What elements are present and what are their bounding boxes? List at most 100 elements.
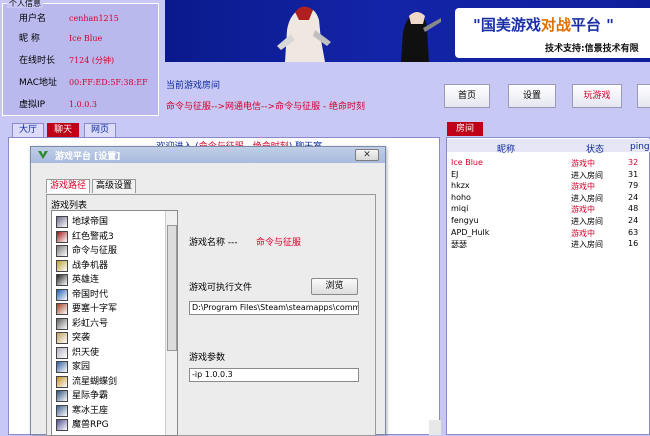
settings-dialog: 游戏平台 [设置] ✕ 游戏路径 高级设置 游戏列表 地球帝国 红色警戒3 命令与征… — [30, 146, 386, 436]
game-name: 家园 — [72, 362, 91, 372]
game-icon — [56, 390, 68, 402]
username-label: 用户名 — [19, 14, 47, 24]
room-user-name[interactable]: Ice Blue — [451, 158, 483, 167]
params-label: 游戏参数 — [189, 353, 226, 363]
game-name: 红色警戒3 — [72, 231, 114, 242]
banner: "国美游戏对战平台 " 技术支持:信景技术有限 — [165, 0, 650, 62]
dialog-titlebar[interactable]: 游戏平台 [设置] ✕ — [31, 147, 385, 163]
tab-lobby[interactable]: 大厅 — [12, 123, 45, 137]
room-user-status[interactable]: 游戏中 — [571, 158, 595, 169]
room-user-status[interactable]: 进入房间 — [571, 216, 603, 227]
game-name: 要塞十字军 — [72, 304, 118, 314]
room-user-ping[interactable]: 16 — [628, 239, 638, 248]
game-name: 流星蝴蝶剑 — [72, 376, 118, 387]
room-user-ping[interactable]: 24 — [628, 193, 638, 202]
room-breadcrumb: 命令与征服-->网通电信-->命令与征服 - 绝命时刻 — [166, 102, 366, 112]
room-user-status[interactable]: 进入房间 — [571, 193, 603, 204]
room-user-ping[interactable]: 48 — [628, 204, 638, 213]
current-room-title: 当前游戏房间 — [166, 81, 221, 91]
tab-room[interactable]: 房间 — [447, 122, 483, 136]
game-icon — [56, 404, 68, 417]
online-time-label: 在线时长 — [19, 56, 56, 66]
tab-game-path[interactable]: 游戏路径 — [46, 179, 91, 193]
character-illustration-1 — [277, 6, 331, 62]
close-button[interactable]: ✕ — [355, 149, 379, 161]
game-icon — [56, 303, 68, 315]
game-icon — [56, 216, 68, 228]
user-info-panel: 个人信息 用户名 cenhan1215 昵 称 Ice Blue 在线时长 71… — [2, 0, 159, 116]
game-list[interactable]: 地球帝国 红色警戒3 命令与征服 战争机器 英雄连 帝国时代 要塞十字军 彩虹六号 突袭 炽天使家… — [51, 210, 178, 436]
dialog-title: 游戏平台 [设置] — [55, 152, 121, 162]
tab-advanced-settings[interactable]: 高级设置 — [92, 179, 137, 193]
nickname-value: Ice Blue — [69, 34, 103, 43]
room-user-status[interactable]: 进入房间 — [571, 239, 603, 250]
room-user-name[interactable]: miqi — [451, 204, 468, 213]
game-icon — [56, 346, 68, 359]
tab-web[interactable]: 网页 — [84, 123, 117, 137]
room-list-header — [447, 139, 650, 152]
room-user-status[interactable]: 游戏中 — [571, 228, 595, 239]
username-value: cenhan1215 — [69, 14, 119, 23]
game-name: 魔兽RPG — [72, 420, 109, 430]
chat-scrollbar[interactable] — [429, 420, 441, 435]
room-user-status[interactable]: 游戏中 — [571, 181, 595, 192]
room-user-name[interactable]: hoho — [451, 193, 471, 202]
game-icon — [56, 332, 68, 344]
user-info-legend: 个人信息 — [7, 0, 43, 8]
game-icon — [56, 361, 68, 373]
game-name-label: 游戏名称 --- — [189, 238, 238, 248]
params-input[interactable]: -ip 1.0.0.3 — [189, 368, 359, 382]
banner-support-text: 技术支持:信景技术有限 — [545, 44, 639, 54]
room-user-ping[interactable]: 79 — [628, 181, 638, 190]
home-button[interactable]: 首页 — [444, 84, 490, 108]
game-icon — [56, 317, 68, 330]
settings-button[interactable]: 设置 — [508, 84, 556, 108]
game-name: 战争机器 — [72, 260, 109, 271]
game-name: 突袭 — [72, 333, 91, 343]
room-user-ping[interactable]: 24 — [628, 216, 638, 225]
virtual-ip-label: 虚拟IP — [19, 100, 46, 110]
game-name: 彩虹六号 — [72, 318, 109, 329]
col-header-ping[interactable]: ping — [630, 142, 650, 152]
mac-label: MAC地址 — [19, 78, 58, 88]
game-icon — [56, 274, 68, 286]
room-user-name[interactable]: APD_Hulk — [451, 228, 489, 237]
col-header-nickname[interactable]: 昵称 — [497, 142, 515, 155]
nav-extra-button[interactable] — [637, 84, 650, 108]
room-user-status[interactable]: 游戏中 — [571, 204, 595, 215]
col-header-status[interactable]: 状态 — [586, 142, 604, 155]
room-user-ping[interactable]: 31 — [628, 170, 638, 179]
room-user-ping[interactable]: 32 — [628, 158, 638, 167]
close-icon: ✕ — [363, 150, 371, 160]
game-name: 炽天使 — [72, 347, 100, 358]
game-name: 帝国时代 — [72, 289, 109, 300]
game-icon — [56, 245, 68, 257]
tab-chat[interactable]: 聊天 — [47, 123, 80, 137]
game-name-value: 命令与征服 — [256, 238, 302, 248]
room-user-list — [446, 137, 650, 435]
game-name: 寒冰王座 — [72, 405, 109, 416]
room-user-name[interactable]: EJ — [451, 170, 458, 179]
virtual-ip-value: 1.0.0.3 — [69, 100, 97, 109]
app-logo-icon — [38, 151, 48, 159]
game-name: 星际争霸 — [72, 391, 109, 401]
room-user-status[interactable]: 进入房间 — [571, 170, 603, 181]
game-name: 地球帝国 — [72, 217, 109, 227]
banner-ad: "国美游戏对战平台 " 技术支持:信景技术有限 — [455, 8, 650, 58]
room-user-name[interactable]: 瑟瑟 — [451, 239, 467, 250]
game-icon — [56, 288, 68, 301]
play-game-button[interactable]: 玩游戏 — [572, 84, 622, 108]
game-list-scrollbar[interactable] — [165, 211, 177, 435]
banner-slogan: "国美游戏对战平台 " — [473, 16, 614, 34]
scrollbar-thumb[interactable] — [167, 225, 177, 351]
exe-path-input[interactable]: D:\Program Files\Steam\steamapps\common\… — [189, 301, 359, 315]
browse-button[interactable]: 浏览 — [311, 278, 358, 295]
nickname-label: 昵 称 — [19, 34, 40, 44]
room-user-name[interactable]: hkzx — [451, 181, 470, 190]
game-icon — [56, 375, 68, 388]
game-icon — [56, 230, 68, 243]
room-user-ping[interactable]: 63 — [628, 228, 638, 237]
game-icon — [56, 259, 68, 272]
game-name: 英雄连 — [72, 275, 100, 285]
room-user-name[interactable]: fengyu — [451, 216, 479, 225]
